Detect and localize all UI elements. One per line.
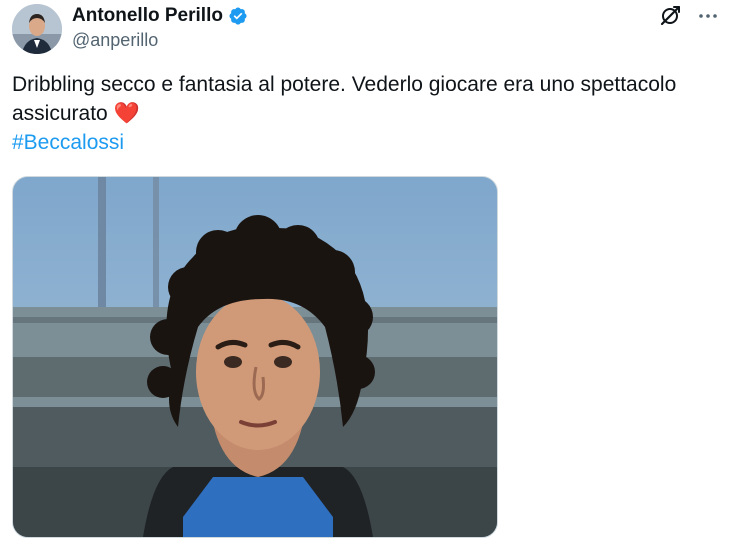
author-name-row: Antonello Perillo xyxy=(72,4,248,28)
tweet-body: Dribbling secco e fantasia al potere. Ve… xyxy=(12,73,677,125)
more-icon[interactable] xyxy=(696,4,720,28)
tweet-text: Dribbling secco e fantasia al potere. Ve… xyxy=(12,70,722,157)
author-handle[interactable]: @anperillo xyxy=(72,30,158,51)
hashtag-link[interactable]: #Beccalossi xyxy=(12,131,124,154)
avatar-image xyxy=(12,4,62,54)
tweet-top-actions xyxy=(658,4,720,28)
grok-icon[interactable] xyxy=(658,4,682,28)
tweet: Antonello Perillo @anperillo Dribbling s… xyxy=(0,0,746,538)
photo-image xyxy=(13,177,497,537)
tweet-photo[interactable] xyxy=(12,176,498,538)
verified-badge-icon xyxy=(228,6,248,26)
author-display-name[interactable]: Antonello Perillo xyxy=(72,5,223,27)
avatar[interactable] xyxy=(12,4,62,54)
heart-emoji-icon: ❤️ xyxy=(113,102,140,125)
